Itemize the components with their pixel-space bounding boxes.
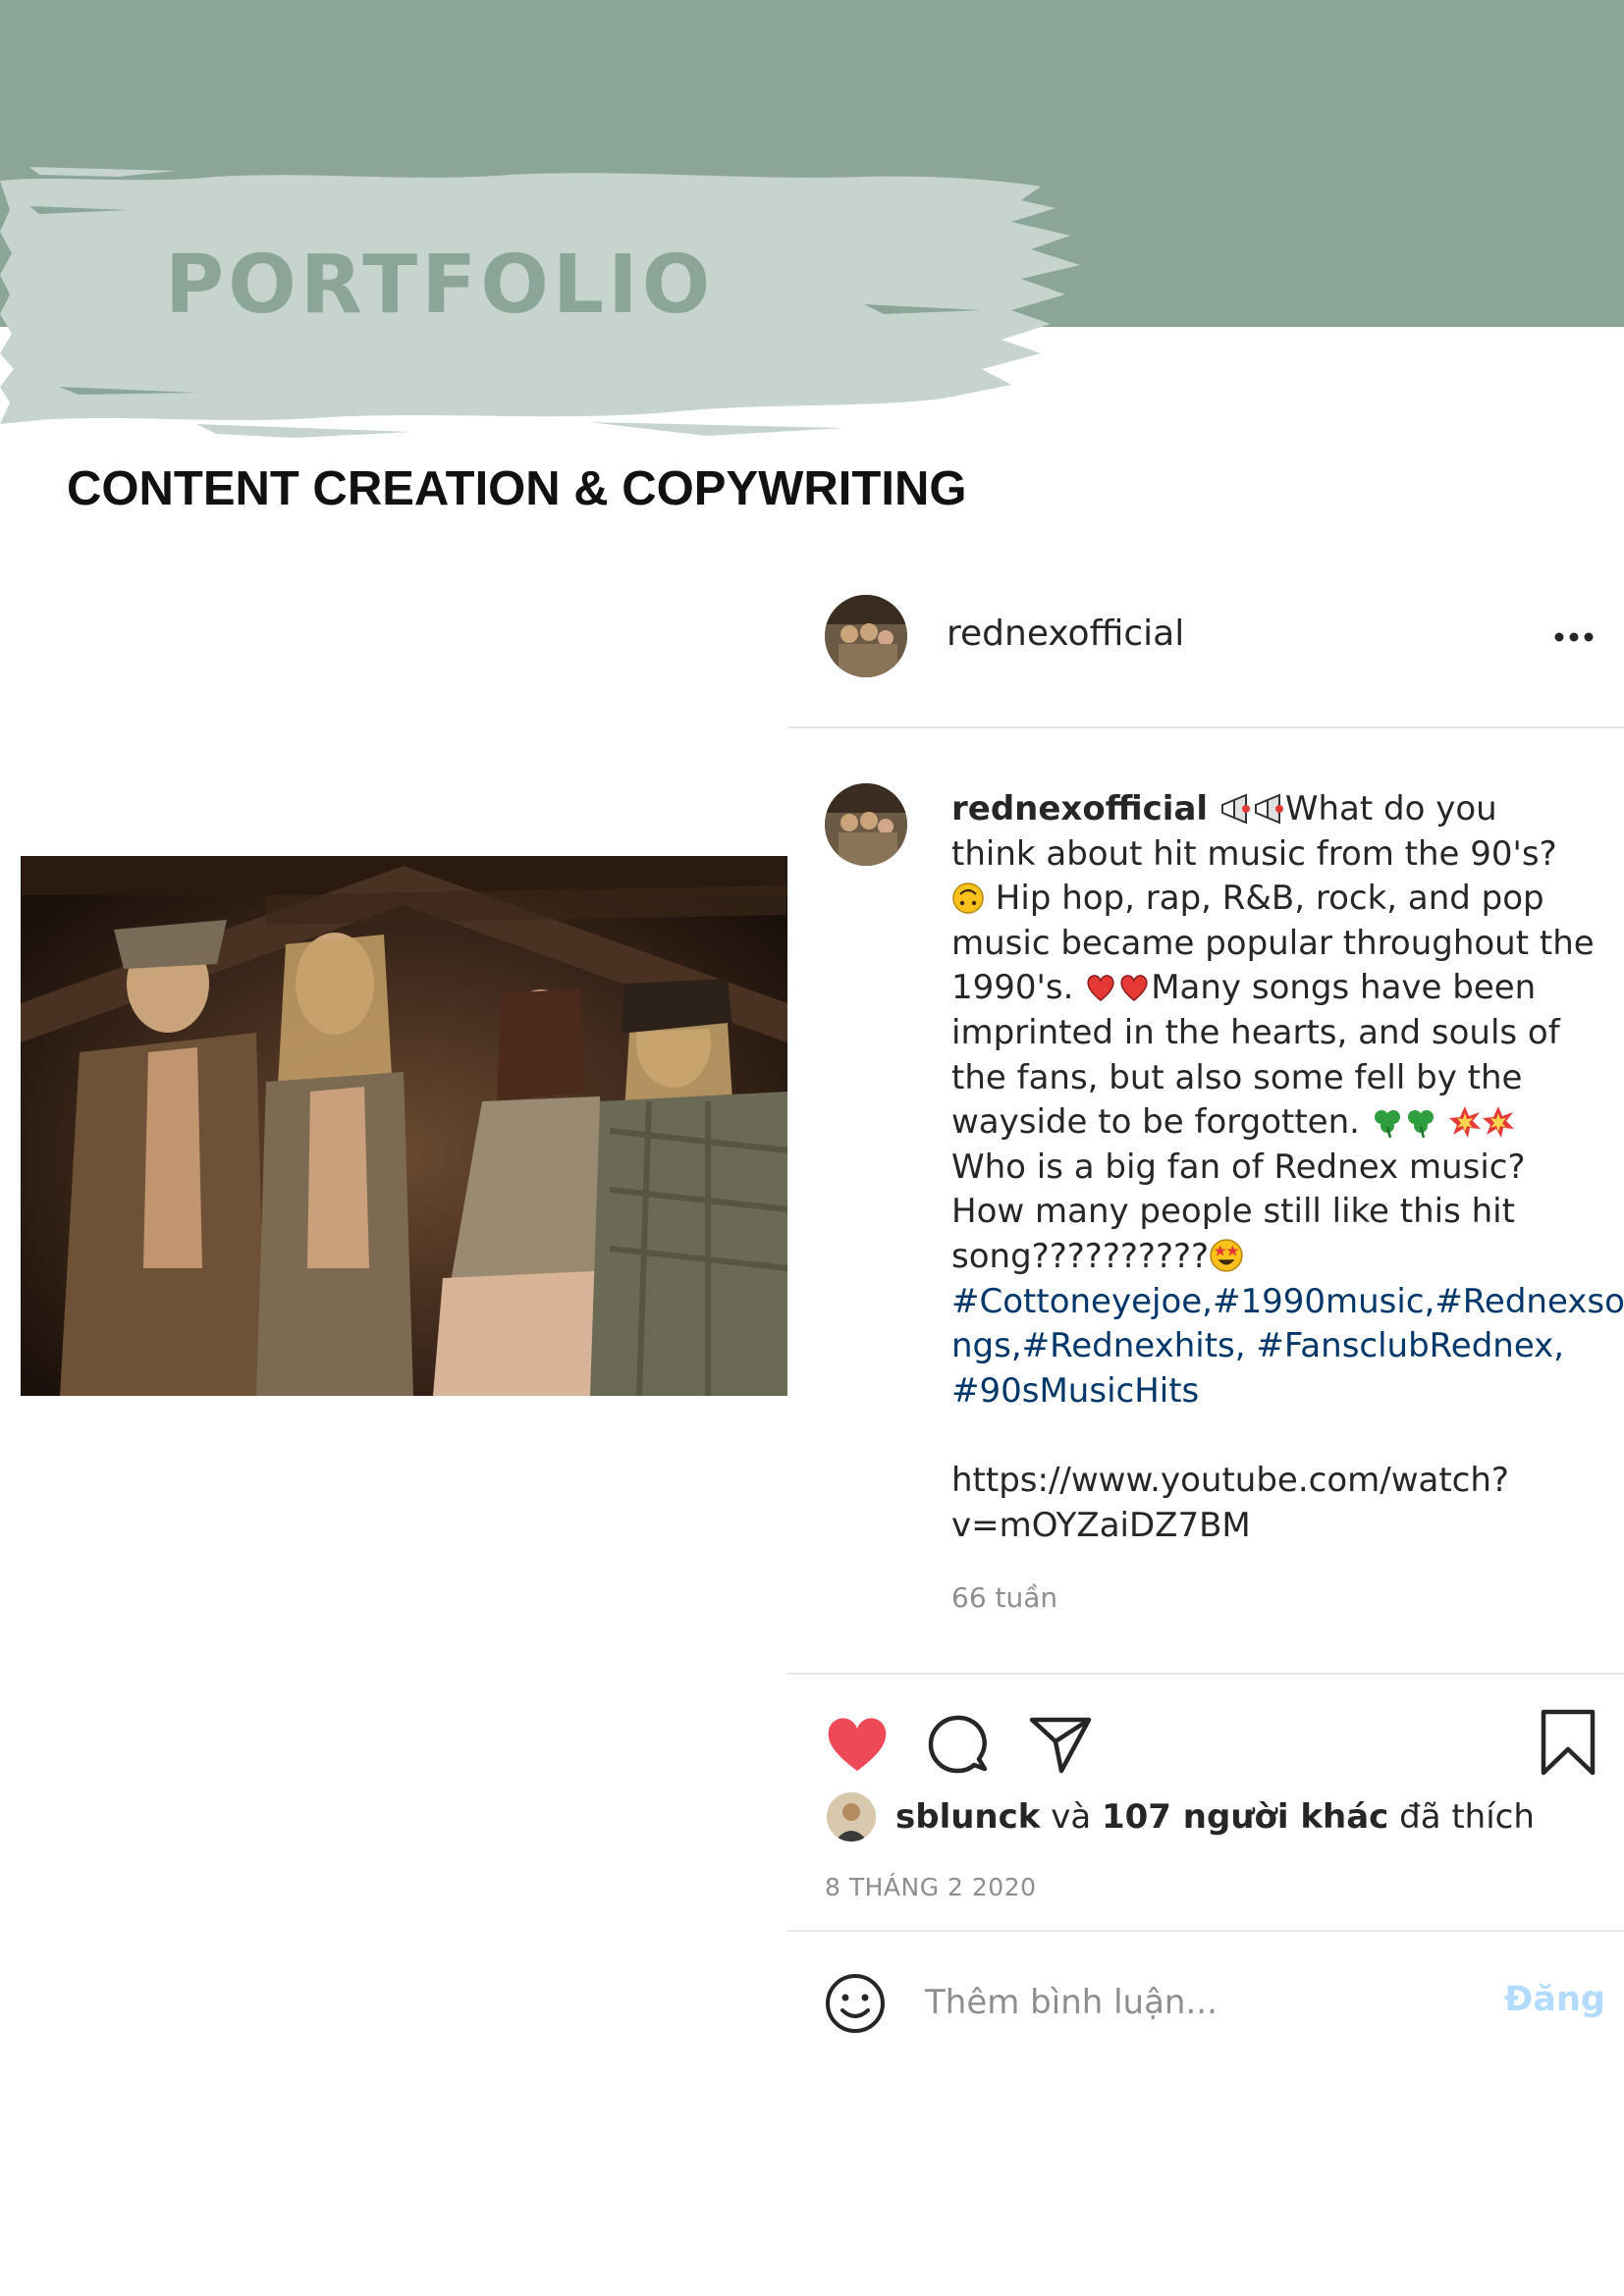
instagram-post-panel: rednexofficial rednexofficial What do yo… [787, 569, 1624, 2061]
caption-text: song?????????? [951, 1236, 1210, 1276]
megaphone-icon [1254, 793, 1283, 825]
caption-text: 1990's. [951, 968, 1085, 1008]
caption-line: think about hit music from the 90's? [951, 833, 1557, 874]
caption-line: song?????????? [951, 1235, 1580, 1280]
star-struck-icon [1210, 1239, 1243, 1272]
caption-text: Many songs have been [1151, 968, 1537, 1008]
post-photo [21, 856, 787, 1396]
hashtag-link[interactable]: #90sMusicHits [951, 1369, 1580, 1415]
avatar[interactable] [825, 783, 907, 866]
post-caption: rednexofficial What do you think about h… [951, 787, 1624, 1549]
avatar[interactable] [827, 1792, 876, 1842]
red-heart-icon [1087, 975, 1114, 1002]
post-time-ago[interactable]: 66 tuần [951, 1584, 1057, 1612]
caption-line: imprinted in the hearts, and souls of [951, 1012, 1560, 1052]
divider [787, 1673, 1624, 1675]
shamrock-icon [1374, 1110, 1400, 1139]
youtube-link[interactable]: v=mOYZaiDZ7BM [951, 1504, 1580, 1549]
collision-icon [1482, 1106, 1514, 1139]
post-comment-button[interactable]: Đăng [1504, 1983, 1605, 2017]
caption-line: Who is a big fan of Rednex music? [951, 1147, 1526, 1187]
caption-line: 1990's. Many songs have been [951, 966, 1580, 1011]
page-subtitle: CONTENT CREATION & COPYWRITING [67, 462, 967, 515]
youtube-link[interactable]: https://www.youtube.com/watch? [951, 1459, 1580, 1504]
post-author-username[interactable]: rednexofficial [947, 616, 1184, 652]
caption-line: music became popular throughout the [951, 923, 1595, 963]
caption-line: the fans, but also some fell by the [951, 1057, 1523, 1097]
caption-username[interactable]: rednexofficial [951, 789, 1208, 828]
upside-down-face-icon [952, 882, 984, 914]
page-title: PORTFOLIO [165, 239, 715, 332]
caption-text: Hip hop, rap, R&B, rock, and pop [985, 879, 1544, 919]
shamrock-icon [1407, 1110, 1434, 1139]
comment-input[interactable] [925, 1975, 1475, 2030]
hashtag-link[interactable]: #Cottoneyejoe,#1990music,#Rednexso [951, 1280, 1624, 1325]
megaphone-icon [1220, 793, 1250, 825]
avatar[interactable] [825, 595, 907, 677]
caption-line: wayside to be forgotten. [951, 1100, 1580, 1146]
collision-icon [1448, 1106, 1481, 1139]
hashtag-link[interactable]: ngs,#Rednexhits, #FansclubRednex, [951, 1324, 1580, 1369]
caption-line: How many people still like this hit [951, 1192, 1515, 1232]
likes-others-count[interactable]: 107 người khác [1102, 1797, 1388, 1837]
comment-icon[interactable] [923, 1710, 992, 1779]
paper-plane-icon[interactable] [1026, 1710, 1095, 1779]
bookmark-icon[interactable] [1536, 1708, 1600, 1777]
likes-connector: và [1040, 1797, 1102, 1837]
caption-text: wayside to be forgotten. [951, 1102, 1371, 1143]
more-horizontal-icon[interactable] [1549, 622, 1598, 652]
caption-line: rednexofficial What do you [951, 787, 1580, 832]
heart-filled-icon[interactable] [823, 1710, 892, 1779]
smiley-icon[interactable] [823, 1971, 888, 2036]
post-date[interactable]: 8 THÁNG 2 2020 [825, 1875, 1037, 1899]
likes-summary: sblunck và 107 người khác đã thích [895, 1800, 1535, 1834]
liker-username[interactable]: sblunck [895, 1797, 1040, 1837]
caption-line: Hip hop, rap, R&B, rock, and pop [951, 877, 1580, 922]
caption-text: What do you [1284, 789, 1497, 828]
red-heart-icon [1120, 975, 1148, 1002]
likes-suffix: đã thích [1388, 1797, 1535, 1837]
divider [787, 726, 1624, 728]
divider [787, 1930, 1624, 1932]
